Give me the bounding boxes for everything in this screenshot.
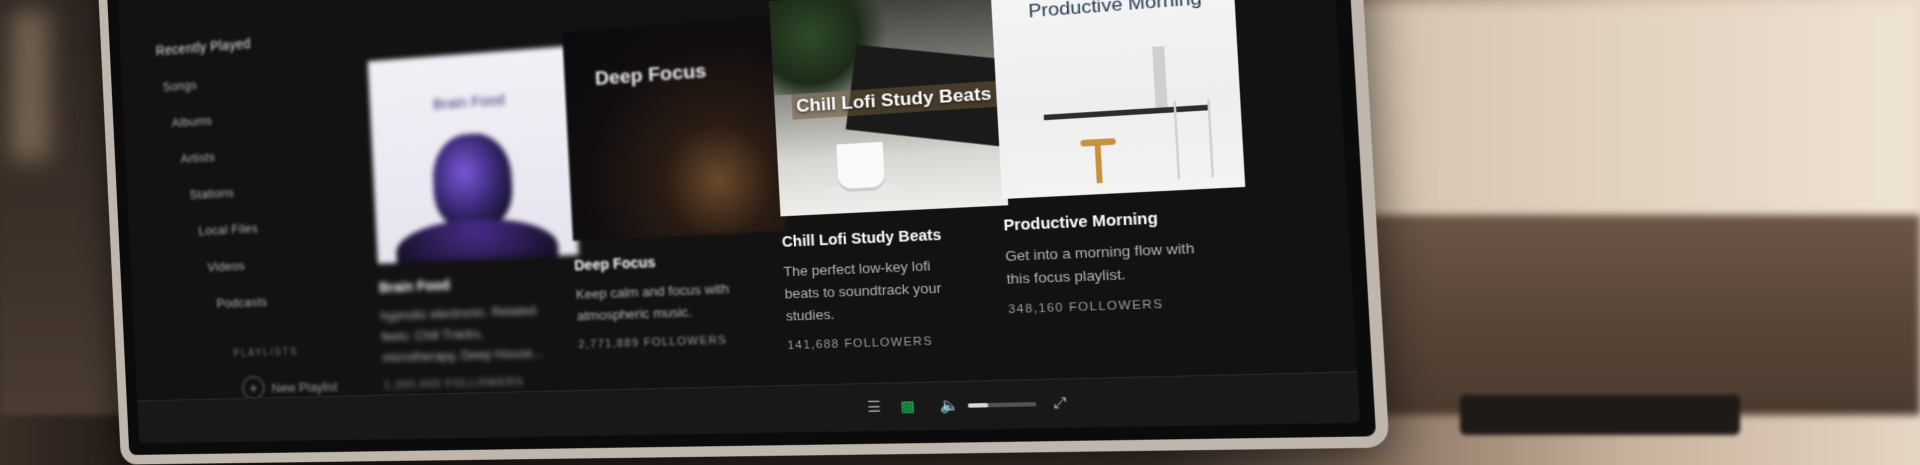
playlist-description: Keep calm and focus with atmospheric mus… [575,275,791,326]
background-light [10,10,50,160]
plus-icon: + [241,376,265,400]
sidebar-item-podcasts[interactable]: Podcasts [216,289,389,311]
sidebar-item-local-files[interactable]: Local Files [198,214,385,239]
background-device [1460,395,1740,435]
playlist-title[interactable]: Productive Morning [1003,205,1247,234]
volume-slider[interactable] [967,401,1037,408]
cover-text: Brain Food [432,91,506,114]
sidebar-item-songs[interactable]: Songs [162,64,378,94]
playlist-title[interactable]: Deep Focus [574,248,789,274]
playlists-section-label: PLAYLISTS [233,346,299,360]
volume-fill [967,402,989,408]
sidebar: Recently Played Songs Albums Artists Sta… [155,25,394,402]
playlist-cover-deep-focus[interactable]: Deep Focus [562,15,787,241]
sidebar-item-recently-played[interactable]: Recently Played [155,25,376,58]
sidebar-item-videos[interactable]: Videos [207,252,387,274]
follower-count: 141,688 FOLLOWERS [787,335,934,353]
playlist-cover-productive-morning[interactable]: Productive Morning [989,0,1246,200]
playlist-title[interactable]: Brain Food [379,271,581,296]
follower-count: 2,771,889 FOLLOWERS [578,334,728,352]
laptop-bezel: Recently Played Songs Albums Artists Sta… [97,0,1390,465]
stool-leg-shape [1094,144,1103,184]
playlist-card-deep-focus[interactable]: Deep Focus Deep Focus Keep calm and focu… [562,15,793,351]
playlist-card-productive-morning[interactable]: Productive Morning Productive Morning Ge… [989,0,1252,317]
sidebar-item-albums[interactable]: Albums [171,101,380,130]
volume-icon[interactable]: 🔈 [939,396,960,415]
playlist-description: hypnotic electronic. Related feels: Chil… [380,298,584,368]
cover-text: Productive Morning [1027,0,1203,22]
portrait-shoulders [394,215,560,264]
playlist-grid: Brain Food Brain Food hypnotic electroni… [366,0,1274,392]
portrait-figure [430,131,515,232]
sidebar-item-artists[interactable]: Artists [180,139,382,166]
lamp-shape [1152,46,1168,108]
playlist-cover-brain-food[interactable]: Brain Food [367,46,579,264]
playlist-description: Get into a morning flow with this focus … [1005,234,1251,290]
new-playlist-label: New Playlist [271,378,338,395]
cup-shape [836,141,886,190]
playlist-card-brain-food[interactable]: Brain Food Brain Food hypnotic electroni… [367,46,586,392]
playlist-card-chill-lofi[interactable]: Chill Lofi Study Beats Chill Lofi Study … [769,0,1016,352]
cover-text: Deep Focus [594,60,707,91]
sidebar-item-stations[interactable]: Stations [189,176,384,202]
playlist-description: The perfect low-key lofi beats to soundt… [783,251,1015,327]
playlist-cover-chill-lofi[interactable]: Chill Lofi Study Beats [769,0,1009,217]
follower-count: 348,160 FOLLOWERS [1007,297,1164,317]
follower-count: 1,260,000 FOLLOWERS [383,376,525,392]
fullscreen-icon[interactable]: ⤢ [1053,394,1067,413]
easel-shape [1173,98,1215,180]
queue-icon[interactable]: ☰ [867,398,882,416]
devices-icon[interactable]: ▩ [900,397,916,416]
laptop-screen: Recently Played Songs Albums Artists Sta… [117,0,1361,444]
playlist-title[interactable]: Chill Lofi Study Beats [781,223,1010,250]
